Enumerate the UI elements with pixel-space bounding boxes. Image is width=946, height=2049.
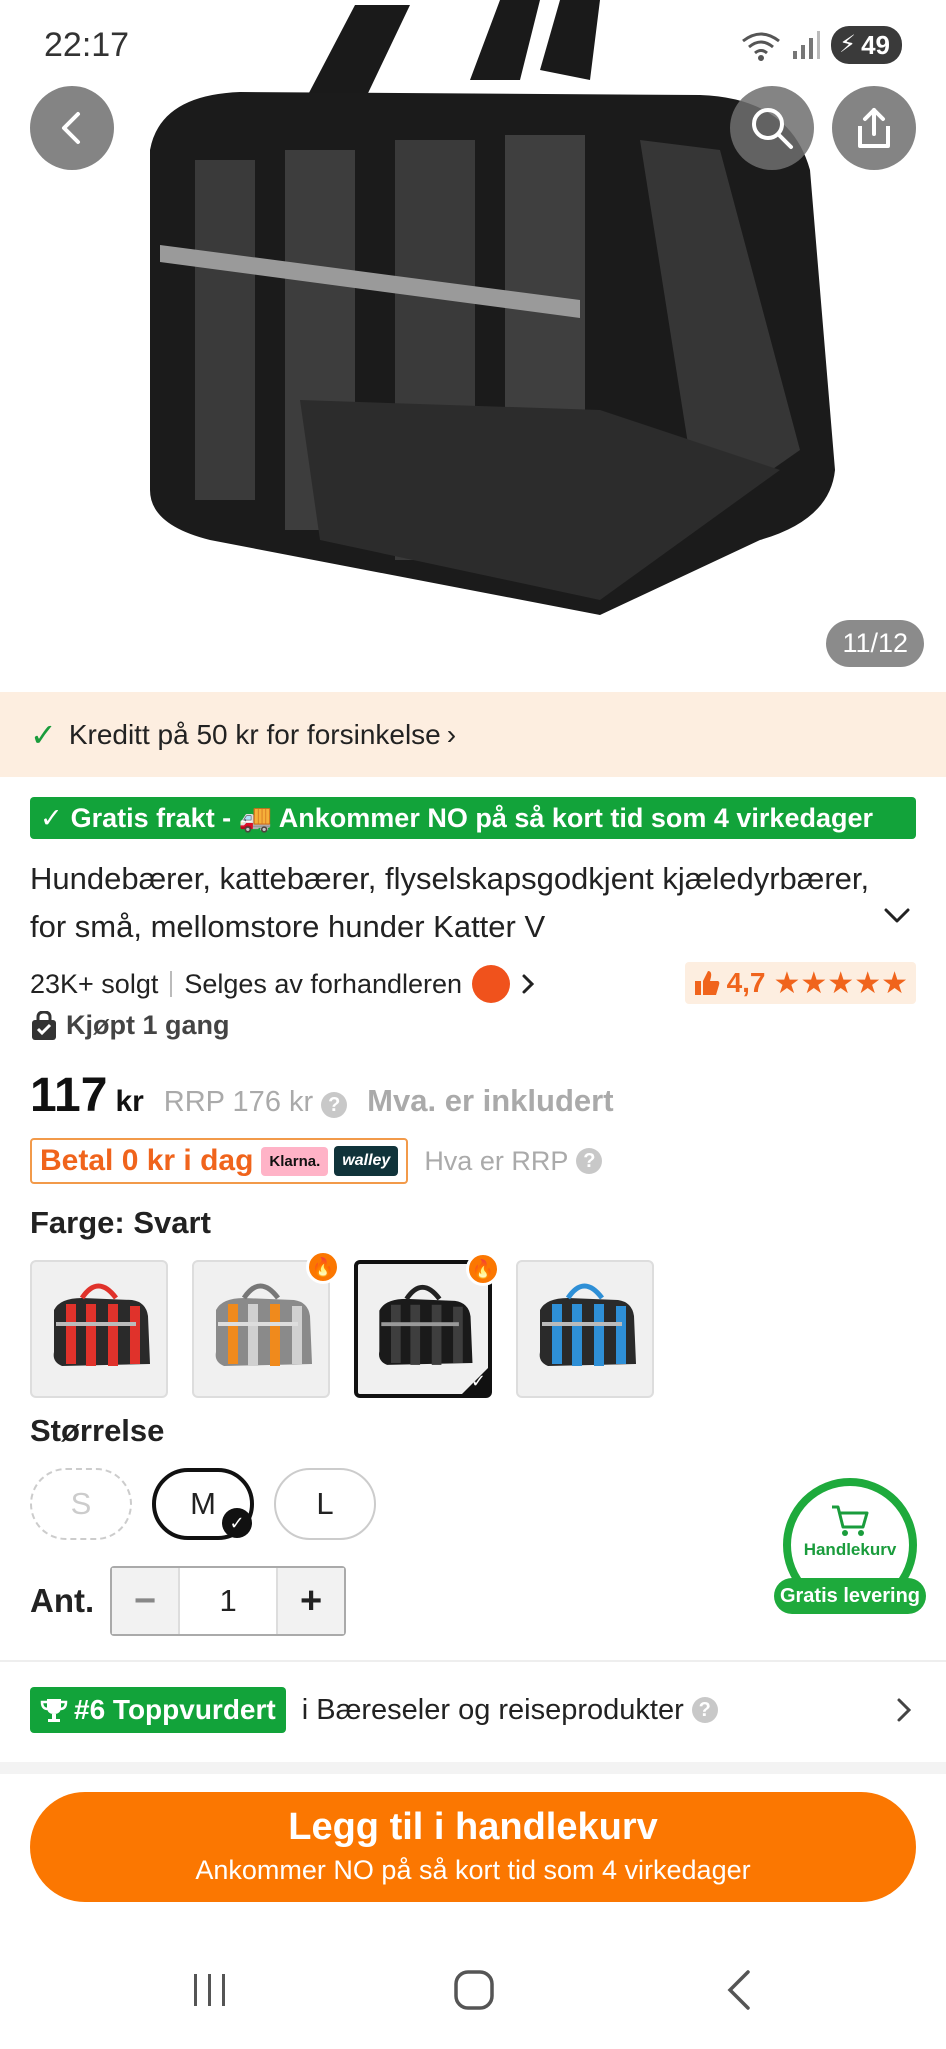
seller-logo-icon bbox=[472, 965, 511, 1003]
floating-cart-button[interactable]: Handlekurv Gratis levering bbox=[774, 1478, 926, 1618]
price-currency: kr bbox=[115, 1085, 144, 1118]
add-to-cart-sublabel: Ankommer NO på så kort tid som 4 virkeda… bbox=[195, 1855, 751, 1885]
help-icon[interactable]: ? bbox=[321, 1092, 348, 1118]
selected-check-icon: ✓ bbox=[222, 1508, 252, 1538]
thumbs-up-icon bbox=[694, 971, 719, 995]
vat-included-text: Mva. er inkludert bbox=[367, 1083, 614, 1118]
quantity-stepper: − 1 + bbox=[110, 1566, 347, 1636]
hot-icon: 🔥 bbox=[466, 1252, 500, 1286]
check-icon: ✓ bbox=[40, 802, 63, 833]
product-title[interactable]: Hundebærer, kattebærer, flyselskapsgodkj… bbox=[30, 855, 880, 951]
chevron-down-icon bbox=[884, 908, 910, 923]
swatch-image bbox=[539, 1283, 636, 1366]
back-arrow-icon bbox=[727, 1970, 750, 2010]
seller-link[interactable]: Selges av forhandleren bbox=[184, 969, 462, 1000]
check-icon: ✓ bbox=[30, 716, 57, 753]
size-option-label: M bbox=[190, 1486, 216, 1521]
bought-text: Kjøpt 1 gang bbox=[66, 1010, 230, 1040]
chevron-right-icon: › bbox=[446, 718, 457, 750]
color-option-red[interactable] bbox=[30, 1260, 168, 1398]
system-navigation-bar bbox=[0, 1940, 946, 2049]
expand-title-button[interactable] bbox=[882, 906, 912, 931]
add-to-cart-label: Legg til i handlekurv bbox=[288, 1806, 658, 1848]
help-icon[interactable]: ? bbox=[576, 1148, 603, 1174]
walley-logo: walley bbox=[334, 1146, 399, 1176]
pay-later-text: Betal 0 kr i dag bbox=[40, 1144, 254, 1177]
size-label: Størrelse bbox=[30, 1413, 165, 1448]
color-swatches: 🔥 🔥 ✓ bbox=[30, 1250, 654, 1398]
shopping-bag-icon bbox=[32, 1010, 56, 1040]
product-image-carousel[interactable]: 22:17 ⚡ 49 11/12 bbox=[0, 0, 946, 688]
size-options: S M ✓ L bbox=[30, 1468, 376, 1540]
swatch-image bbox=[379, 1284, 473, 1365]
top-rated-badge: #6 Toppvurdert bbox=[30, 1687, 286, 1733]
color-label: Farge: Svart bbox=[30, 1205, 211, 1240]
signal-icon bbox=[793, 31, 821, 59]
divider bbox=[0, 1660, 946, 1662]
decrease-quantity-button[interactable]: − bbox=[112, 1568, 179, 1634]
home-button[interactable] bbox=[434, 1960, 514, 2020]
search-button[interactable] bbox=[730, 86, 814, 170]
recent-apps-button[interactable] bbox=[170, 1960, 250, 2020]
home-icon bbox=[454, 1970, 494, 2010]
system-back-button[interactable] bbox=[700, 1960, 780, 2020]
image-counter: 11/12 bbox=[826, 620, 924, 667]
rrp-price: RRP 176 kr bbox=[163, 1086, 314, 1118]
rrp-help-link[interactable]: Hva er RRP bbox=[424, 1146, 568, 1177]
size-option-l[interactable]: L bbox=[274, 1468, 376, 1540]
color-option-blue[interactable] bbox=[516, 1260, 654, 1398]
status-time: 22:17 bbox=[44, 26, 130, 64]
battery-level: 49 bbox=[861, 30, 890, 60]
bought-count: Kjøpt 1 gang bbox=[30, 1010, 230, 1041]
chevron-right-icon bbox=[897, 1698, 912, 1722]
share-button[interactable] bbox=[832, 86, 916, 170]
status-bar: 22:17 ⚡ 49 bbox=[0, 0, 946, 90]
share-icon bbox=[858, 108, 890, 148]
swatch-image bbox=[215, 1283, 312, 1366]
wifi-icon bbox=[742, 32, 780, 61]
size-option-s[interactable]: S bbox=[30, 1468, 132, 1540]
battery-indicator: ⚡ 49 bbox=[831, 26, 902, 64]
price-row: 117 kr RRP 176 kr ? Mva. er inkludert bbox=[30, 1068, 614, 1123]
cart-icon bbox=[832, 1505, 869, 1536]
top-rated-category: i Bæreseler og reiseprodukter bbox=[301, 1693, 684, 1726]
status-icons: ⚡ 49 bbox=[741, 26, 902, 64]
size-option-m[interactable]: M ✓ bbox=[152, 1468, 254, 1540]
quantity-row: Ant. − 1 + bbox=[30, 1566, 347, 1636]
delay-credit-banner[interactable]: ✓ Kreditt på 50 kr for forsinkelse › bbox=[0, 692, 946, 777]
increase-quantity-button[interactable]: + bbox=[278, 1568, 345, 1634]
help-icon[interactable]: ? bbox=[691, 1697, 718, 1723]
klarna-logo: Klarna. bbox=[261, 1146, 329, 1176]
search-icon bbox=[752, 108, 793, 149]
pay-later-badge[interactable]: Betal 0 kr i dag Klarna. walley bbox=[30, 1138, 409, 1184]
free-shipping-text: Gratis frakt - 🚚 Ankommer NO på så kort … bbox=[70, 803, 873, 833]
top-rated-row[interactable]: #6 Toppvurdert i Bæreseler og reiseprodu… bbox=[30, 1686, 916, 1734]
quantity-value[interactable]: 1 bbox=[178, 1568, 279, 1634]
pay-later-row: Betal 0 kr i dag Klarna. walley Hva er R… bbox=[30, 1138, 603, 1184]
credit-text: Kreditt på 50 kr for forsinkelse bbox=[68, 718, 441, 750]
add-to-cart-button[interactable]: Legg til i handlekurv Ankommer NO på så … bbox=[30, 1792, 916, 1902]
free-shipping-badge: ✓ Gratis frakt - 🚚 Ankommer NO på så kor… bbox=[30, 797, 916, 839]
recent-apps-icon bbox=[194, 1974, 225, 2006]
top-rated-badge-text: #6 Toppvurdert bbox=[74, 1694, 276, 1725]
color-option-black[interactable]: 🔥 ✓ bbox=[354, 1252, 500, 1398]
rating-badge[interactable]: 4,7 ★★★★★ bbox=[684, 962, 916, 1004]
section-divider bbox=[0, 1762, 946, 1774]
chevron-right-icon bbox=[522, 974, 535, 994]
divider bbox=[170, 971, 173, 997]
back-button[interactable] bbox=[30, 86, 114, 170]
color-option-grey[interactable]: 🔥 bbox=[192, 1250, 340, 1398]
chevron-left-icon bbox=[62, 112, 80, 144]
trophy-icon bbox=[40, 1699, 68, 1722]
free-delivery-pill: Gratis levering bbox=[774, 1578, 926, 1614]
cart-label: Handlekurv bbox=[803, 1540, 897, 1559]
hot-icon: 🔥 bbox=[306, 1250, 340, 1284]
swatch-image bbox=[53, 1283, 150, 1366]
rating-value: 4,7 bbox=[726, 967, 766, 998]
charging-icon: ⚡ bbox=[839, 31, 856, 58]
quantity-label: Ant. bbox=[30, 1582, 95, 1619]
sold-count: 23K+ solgt bbox=[30, 968, 159, 999]
price-amount: 117 bbox=[30, 1069, 108, 1122]
rating-stars: ★★★★★ bbox=[773, 966, 908, 1000]
